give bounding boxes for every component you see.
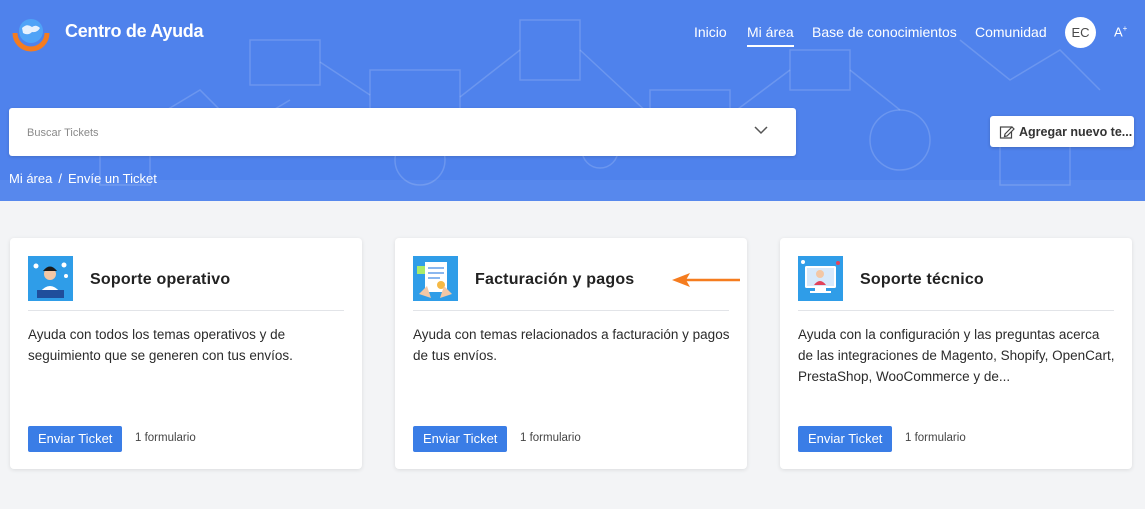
search-tickets-field[interactable]: Buscar Tickets [9,108,796,156]
tech-support-icon [798,256,843,301]
card-description: Ayuda con la configuración y las pregunt… [798,327,1115,384]
font-size-toggle[interactable]: A+ [1114,24,1127,39]
card-divider [28,310,344,311]
card-divider [413,310,729,311]
edit-icon [999,126,1015,139]
form-count: 1 formulario [135,432,196,444]
breadcrumb-mi-area[interactable]: Mi área [9,171,52,186]
globe-logo-icon[interactable] [12,14,50,52]
card-divider [798,310,1114,311]
add-new-ticket-button[interactable]: Agregar nuevo te... [990,116,1134,147]
breadcrumb: Mi área / Envíe un Ticket [9,171,157,186]
nav-comunidad[interactable]: Comunidad [975,24,1047,40]
font-size-label: A [1114,24,1123,40]
card-title[interactable]: Facturación y pagos [475,271,634,289]
send-ticket-button[interactable]: Enviar Ticket [798,426,893,452]
search-placeholder: Buscar Tickets [27,127,99,139]
annotation-arrow-icon [672,273,740,287]
form-count: 1 formulario [905,432,966,444]
breadcrumb-separator: / [58,171,62,186]
operator-icon [28,256,73,301]
font-size-plus: + [1122,24,1128,33]
category-card-soporte-operativo[interactable]: Soporte operativo Ayuda con todos los te… [10,238,362,469]
user-avatar[interactable]: EC [1065,17,1096,48]
invoice-icon [413,256,458,301]
nav-inicio[interactable]: Inicio [694,24,727,40]
card-title[interactable]: Soporte técnico [860,271,984,289]
card-description: Ayuda con todos los temas operativos y d… [28,327,293,363]
category-card-soporte-tecnico[interactable]: Soporte técnico Ayuda con la configuraci… [780,238,1132,469]
form-count: 1 formulario [520,432,581,444]
send-ticket-button[interactable]: Enviar Ticket [413,426,508,452]
add-new-ticket-label: Agregar nuevo te... [1019,125,1133,139]
send-ticket-button[interactable]: Enviar Ticket [28,426,123,452]
top-navigation: Centro de Ayuda Inicio Mi área Base de c… [0,0,1145,64]
nav-mi-area[interactable]: Mi área [747,24,794,47]
hero-banner: Centro de Ayuda Inicio Mi área Base de c… [0,0,1145,201]
chevron-down-icon[interactable] [753,124,769,136]
nav-base-de-conocimientos[interactable]: Base de conocimientos [812,24,957,40]
breadcrumb-envie-ticket[interactable]: Envíe un Ticket [68,171,157,186]
card-description: Ayuda con temas relacionados a facturaci… [413,327,730,363]
brand-title[interactable]: Centro de Ayuda [65,21,203,42]
card-title[interactable]: Soporte operativo [90,271,230,289]
